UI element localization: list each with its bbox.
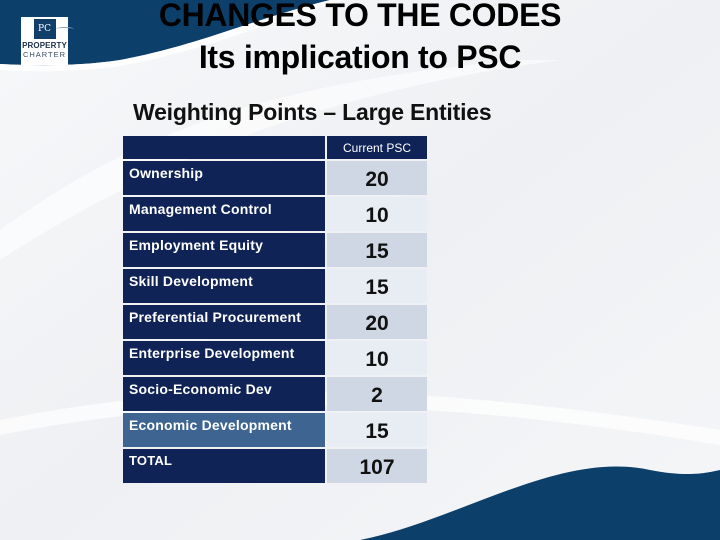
table-row: Economic Development 15: [123, 413, 427, 447]
row-value: 2: [327, 377, 427, 411]
table-row: Management Control 10: [123, 197, 427, 231]
row-label: Preferential Procurement: [123, 305, 325, 339]
row-value: 10: [327, 341, 427, 375]
slide-subtitle: Weighting Points – Large Entities: [133, 99, 492, 125]
row-label: Economic Development: [123, 413, 325, 447]
table-header-row: Current PSC: [123, 136, 427, 159]
table-row: Employment Equity 15: [123, 233, 427, 267]
table-row: Enterprise Development 10: [123, 341, 427, 375]
row-label: Socio-Economic Dev: [123, 377, 325, 411]
row-value: 10: [327, 197, 427, 231]
row-value: 15: [327, 413, 427, 447]
row-value: 15: [327, 269, 427, 303]
table-row: Ownership 20: [123, 161, 427, 195]
row-label: Employment Equity: [123, 233, 325, 267]
total-label: TOTAL: [123, 449, 325, 483]
title-line2: Its implication to PSC: [198, 39, 522, 75]
column-header-current-psc: Current PSC: [327, 136, 427, 159]
slide-title: CHANGES TO THE CODES Its implication to …: [0, 0, 720, 78]
table-row: Preferential Procurement 20: [123, 305, 427, 339]
row-value: 15: [327, 233, 427, 267]
table-row: Skill Development 15: [123, 269, 427, 303]
row-label: Ownership: [123, 161, 325, 195]
table-total-row: TOTAL 107: [123, 449, 427, 483]
title-line1: CHANGES TO THE CODES: [158, 0, 562, 33]
row-label: Skill Development: [123, 269, 325, 303]
weighting-points-table: Current PSC Ownership 20 Management Cont…: [121, 134, 429, 485]
header-blank-cell: [123, 136, 325, 159]
table-row: Socio-Economic Dev 2: [123, 377, 427, 411]
row-label: Management Control: [123, 197, 325, 231]
total-value: 107: [327, 449, 427, 483]
row-value: 20: [327, 161, 427, 195]
row-value: 20: [327, 305, 427, 339]
row-label: Enterprise Development: [123, 341, 325, 375]
